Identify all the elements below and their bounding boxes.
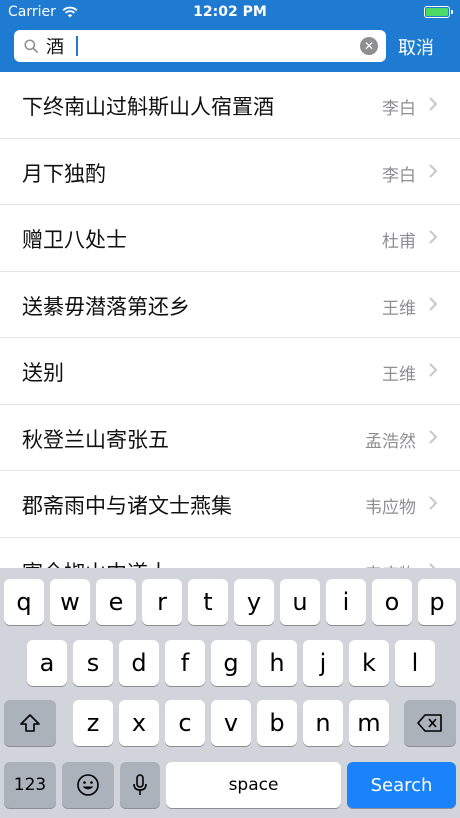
poem-author: 孟浩然 [365,431,416,452]
poem-title: 寄全椒山中道士 [22,557,169,569]
key-t[interactable]: t [188,579,228,625]
key-i[interactable]: i [326,579,366,625]
microphone-icon [133,774,147,795]
poem-author: 杜甫 [382,232,416,252]
key-b[interactable]: b [257,700,297,746]
poem-author: 李白 [382,165,416,186]
chevron-right-icon [429,163,438,178]
list-item[interactable]: 送别 王维 [0,338,460,405]
list-item[interactable]: 送綦毋潜落第还乡 王维 [0,272,460,338]
key-x[interactable]: x [119,700,159,746]
key-e[interactable]: e [96,579,136,625]
search-icon [24,39,38,53]
list-item[interactable]: 下终南山过斛斯山人宿置酒 李白 [0,72,460,139]
status-bar: Carrier 12:02 PM [0,0,460,24]
poem-title: 秋登兰山寄张五 [22,427,169,452]
battery-level [426,8,448,16]
poem-title: 送綦毋潜落第还乡 [22,294,190,319]
keyboard: q w e r t y u i o p a s d f g h j k l z … [0,568,460,818]
emoji-key[interactable] [62,762,114,808]
poem-title: 月下独酌 [22,161,106,186]
text-caret [76,36,78,56]
header: Carrier 12:02 PM ✕ 取消 [0,0,460,72]
chevron-right-icon [429,496,438,510]
search-row: ✕ 取消 [0,30,460,64]
poem-author: 韦应物 [365,560,416,569]
list-item[interactable]: 寄全椒山中道士 韦应物 [0,538,460,569]
key-u[interactable]: u [280,579,320,625]
delete-icon [417,714,442,732]
key-c[interactable]: c [165,700,205,746]
key-v[interactable]: v [211,700,251,746]
cancel-button[interactable]: 取消 [398,34,434,60]
space-key[interactable]: space [166,762,341,808]
poem-title: 郡斋雨中与诸文士燕集 [22,494,232,518]
search-input[interactable] [46,34,346,58]
key-j[interactable]: j [303,640,343,686]
poem-author: 韦应物 [365,498,416,518]
poem-author: 王维 [382,298,416,319]
poem-title: 下终南山过斛斯山人宿置酒 [22,95,274,119]
key-h[interactable]: h [257,640,297,686]
key-l[interactable]: l [395,640,435,686]
list-item[interactable]: 月下独酌 李白 [0,139,460,205]
battery-icon [424,6,453,18]
key-d[interactable]: d [119,640,159,686]
key-y[interactable]: y [234,579,274,625]
key-r[interactable]: r [142,579,182,625]
emoji-icon [77,774,99,796]
key-f[interactable]: f [165,640,205,686]
key-o[interactable]: o [372,579,412,625]
key-a[interactable]: a [27,640,67,686]
poem-title: 送别 [22,361,64,385]
poem-title: 赠卫八处士 [22,228,127,252]
numbers-key[interactable]: 123 [4,762,56,808]
shift-icon [20,714,40,732]
key-s[interactable]: s [73,640,113,686]
poem-author: 王维 [382,365,416,385]
list-item[interactable]: 郡斋雨中与诸文士燕集 韦应物 [0,471,460,538]
key-m[interactable]: m [349,700,389,746]
microphone-key[interactable] [120,762,160,808]
search-key[interactable]: Search [347,762,456,808]
chevron-right-icon [429,97,438,111]
poem-author: 李白 [382,99,416,119]
key-q[interactable]: q [4,579,44,625]
list-item[interactable]: 秋登兰山寄张五 孟浩然 [0,405,460,471]
results-list: 下终南山过斛斯山人宿置酒 李白 月下独酌 李白 赠卫八处士 杜甫 送綦毋潜落第还… [0,72,460,568]
shift-key[interactable] [4,700,56,746]
chevron-right-icon [429,230,438,244]
chevron-right-icon [429,429,438,444]
status-time: 12:02 PM [193,4,267,20]
chevron-right-icon [429,296,438,311]
key-k[interactable]: k [349,640,389,686]
key-n[interactable]: n [303,700,343,746]
key-g[interactable]: g [211,640,251,686]
list-item[interactable]: 赠卫八处士 杜甫 [0,205,460,272]
key-p[interactable]: p [418,579,456,625]
chevron-right-icon [429,363,438,377]
search-box[interactable]: ✕ [14,30,386,62]
key-z[interactable]: z [73,700,113,746]
clear-icon[interactable]: ✕ [360,37,378,55]
delete-key[interactable] [404,700,456,746]
key-w[interactable]: w [50,579,90,625]
